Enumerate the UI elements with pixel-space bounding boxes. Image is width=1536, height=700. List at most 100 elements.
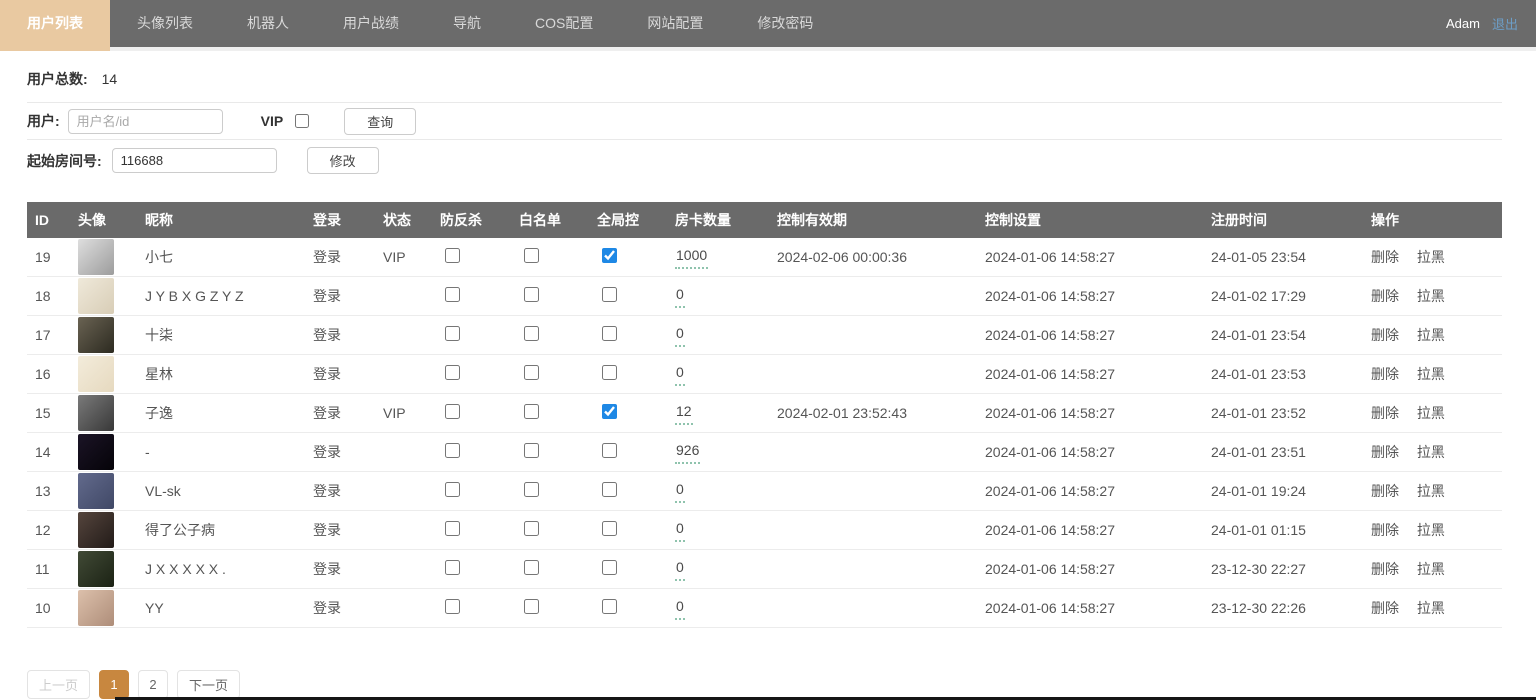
block-link[interactable]: 拉黑	[1417, 444, 1445, 460]
whitelist-checkbox[interactable]	[524, 248, 539, 263]
cell-room-cards: 926	[667, 433, 769, 472]
query-button[interactable]: 查询	[344, 108, 416, 135]
delete-link[interactable]: 删除	[1371, 405, 1399, 421]
global-control-checkbox[interactable]	[602, 248, 617, 263]
login-link[interactable]: 登录	[313, 366, 341, 382]
delete-link[interactable]: 删除	[1371, 249, 1399, 265]
block-link[interactable]: 拉黑	[1417, 327, 1445, 343]
delete-link[interactable]: 删除	[1371, 561, 1399, 577]
cell-control-settings: 2024-01-06 14:58:27	[977, 472, 1203, 511]
login-link[interactable]: 登录	[313, 405, 341, 421]
global-control-checkbox[interactable]	[602, 365, 617, 380]
room-cards-value[interactable]: 12	[675, 401, 693, 425]
anti-kill-checkbox[interactable]	[445, 482, 460, 497]
delete-link[interactable]: 删除	[1371, 288, 1399, 304]
delete-link[interactable]: 删除	[1371, 600, 1399, 616]
cell-avatar	[70, 472, 137, 511]
cell-whitelist	[511, 277, 589, 316]
tab-cos-config[interactable]: COS配置	[508, 0, 620, 47]
header-nickname: 昵称	[137, 202, 305, 238]
modify-button[interactable]: 修改	[307, 147, 379, 174]
tab-user-records[interactable]: 用户战绩	[316, 0, 426, 47]
block-link[interactable]: 拉黑	[1417, 366, 1445, 382]
tab-change-password[interactable]: 修改密码	[730, 0, 840, 47]
login-link[interactable]: 登录	[313, 483, 341, 499]
avatar	[78, 590, 114, 626]
delete-link[interactable]: 删除	[1371, 366, 1399, 382]
whitelist-checkbox[interactable]	[524, 287, 539, 302]
anti-kill-checkbox[interactable]	[445, 521, 460, 536]
room-cards-value[interactable]: 0	[675, 479, 685, 503]
global-control-checkbox[interactable]	[602, 326, 617, 341]
whitelist-checkbox[interactable]	[524, 521, 539, 536]
login-link[interactable]: 登录	[313, 522, 341, 538]
block-link[interactable]: 拉黑	[1417, 249, 1445, 265]
global-control-checkbox[interactable]	[602, 560, 617, 575]
cell-id: 17	[27, 316, 70, 355]
login-link[interactable]: 登录	[313, 288, 341, 304]
login-link[interactable]: 登录	[313, 444, 341, 460]
page-button-1[interactable]: 1	[99, 670, 129, 699]
anti-kill-checkbox[interactable]	[445, 287, 460, 302]
block-link[interactable]: 拉黑	[1417, 483, 1445, 499]
login-link[interactable]: 登录	[313, 600, 341, 616]
logout-link[interactable]: 退出	[1492, 14, 1518, 33]
room-cards-value[interactable]: 926	[675, 440, 700, 464]
tab-user-list[interactable]: 用户列表	[0, 0, 110, 51]
whitelist-checkbox[interactable]	[524, 599, 539, 614]
room-cards-value[interactable]: 0	[675, 323, 685, 347]
anti-kill-checkbox[interactable]	[445, 326, 460, 341]
block-link[interactable]: 拉黑	[1417, 522, 1445, 538]
anti-kill-checkbox[interactable]	[445, 443, 460, 458]
delete-link[interactable]: 删除	[1371, 327, 1399, 343]
block-link[interactable]: 拉黑	[1417, 600, 1445, 616]
cell-id: 16	[27, 355, 70, 394]
whitelist-checkbox[interactable]	[524, 560, 539, 575]
global-control-checkbox[interactable]	[602, 443, 617, 458]
anti-kill-checkbox[interactable]	[445, 560, 460, 575]
tab-avatar-list[interactable]: 头像列表	[110, 0, 220, 47]
block-link[interactable]: 拉黑	[1417, 561, 1445, 577]
room-cards-value[interactable]: 0	[675, 284, 685, 308]
cell-avatar	[70, 394, 137, 433]
prev-page-button[interactable]: 上一页	[27, 670, 90, 699]
anti-kill-checkbox[interactable]	[445, 365, 460, 380]
next-page-button[interactable]: 下一页	[177, 670, 240, 699]
avatar	[78, 239, 114, 275]
anti-kill-checkbox[interactable]	[445, 248, 460, 263]
whitelist-checkbox[interactable]	[524, 482, 539, 497]
cell-control-validity	[769, 550, 977, 589]
global-control-checkbox[interactable]	[602, 287, 617, 302]
delete-link[interactable]: 删除	[1371, 522, 1399, 538]
vip-filter-checkbox[interactable]	[295, 114, 309, 128]
login-link[interactable]: 登录	[313, 327, 341, 343]
block-link[interactable]: 拉黑	[1417, 288, 1445, 304]
tab-navigation[interactable]: 导航	[426, 0, 508, 47]
anti-kill-checkbox[interactable]	[445, 599, 460, 614]
global-control-checkbox[interactable]	[602, 599, 617, 614]
global-control-checkbox[interactable]	[602, 521, 617, 536]
cell-actions: 删除 拉黑	[1363, 550, 1502, 589]
delete-link[interactable]: 删除	[1371, 483, 1399, 499]
global-control-checkbox[interactable]	[602, 404, 617, 419]
user-search-input[interactable]	[68, 109, 223, 134]
login-link[interactable]: 登录	[313, 249, 341, 265]
whitelist-checkbox[interactable]	[524, 404, 539, 419]
delete-link[interactable]: 删除	[1371, 444, 1399, 460]
global-control-checkbox[interactable]	[602, 482, 617, 497]
login-link[interactable]: 登录	[313, 561, 341, 577]
block-link[interactable]: 拉黑	[1417, 405, 1445, 421]
whitelist-checkbox[interactable]	[524, 365, 539, 380]
page-button-2[interactable]: 2	[138, 670, 168, 699]
room-cards-value[interactable]: 0	[675, 557, 685, 581]
room-cards-value[interactable]: 0	[675, 518, 685, 542]
anti-kill-checkbox[interactable]	[445, 404, 460, 419]
tab-site-config[interactable]: 网站配置	[620, 0, 730, 47]
room-number-input[interactable]	[112, 148, 277, 173]
room-cards-value[interactable]: 0	[675, 596, 685, 620]
whitelist-checkbox[interactable]	[524, 326, 539, 341]
whitelist-checkbox[interactable]	[524, 443, 539, 458]
tab-robot[interactable]: 机器人	[220, 0, 316, 47]
room-cards-value[interactable]: 0	[675, 362, 685, 386]
room-cards-value[interactable]: 1000	[675, 245, 708, 269]
